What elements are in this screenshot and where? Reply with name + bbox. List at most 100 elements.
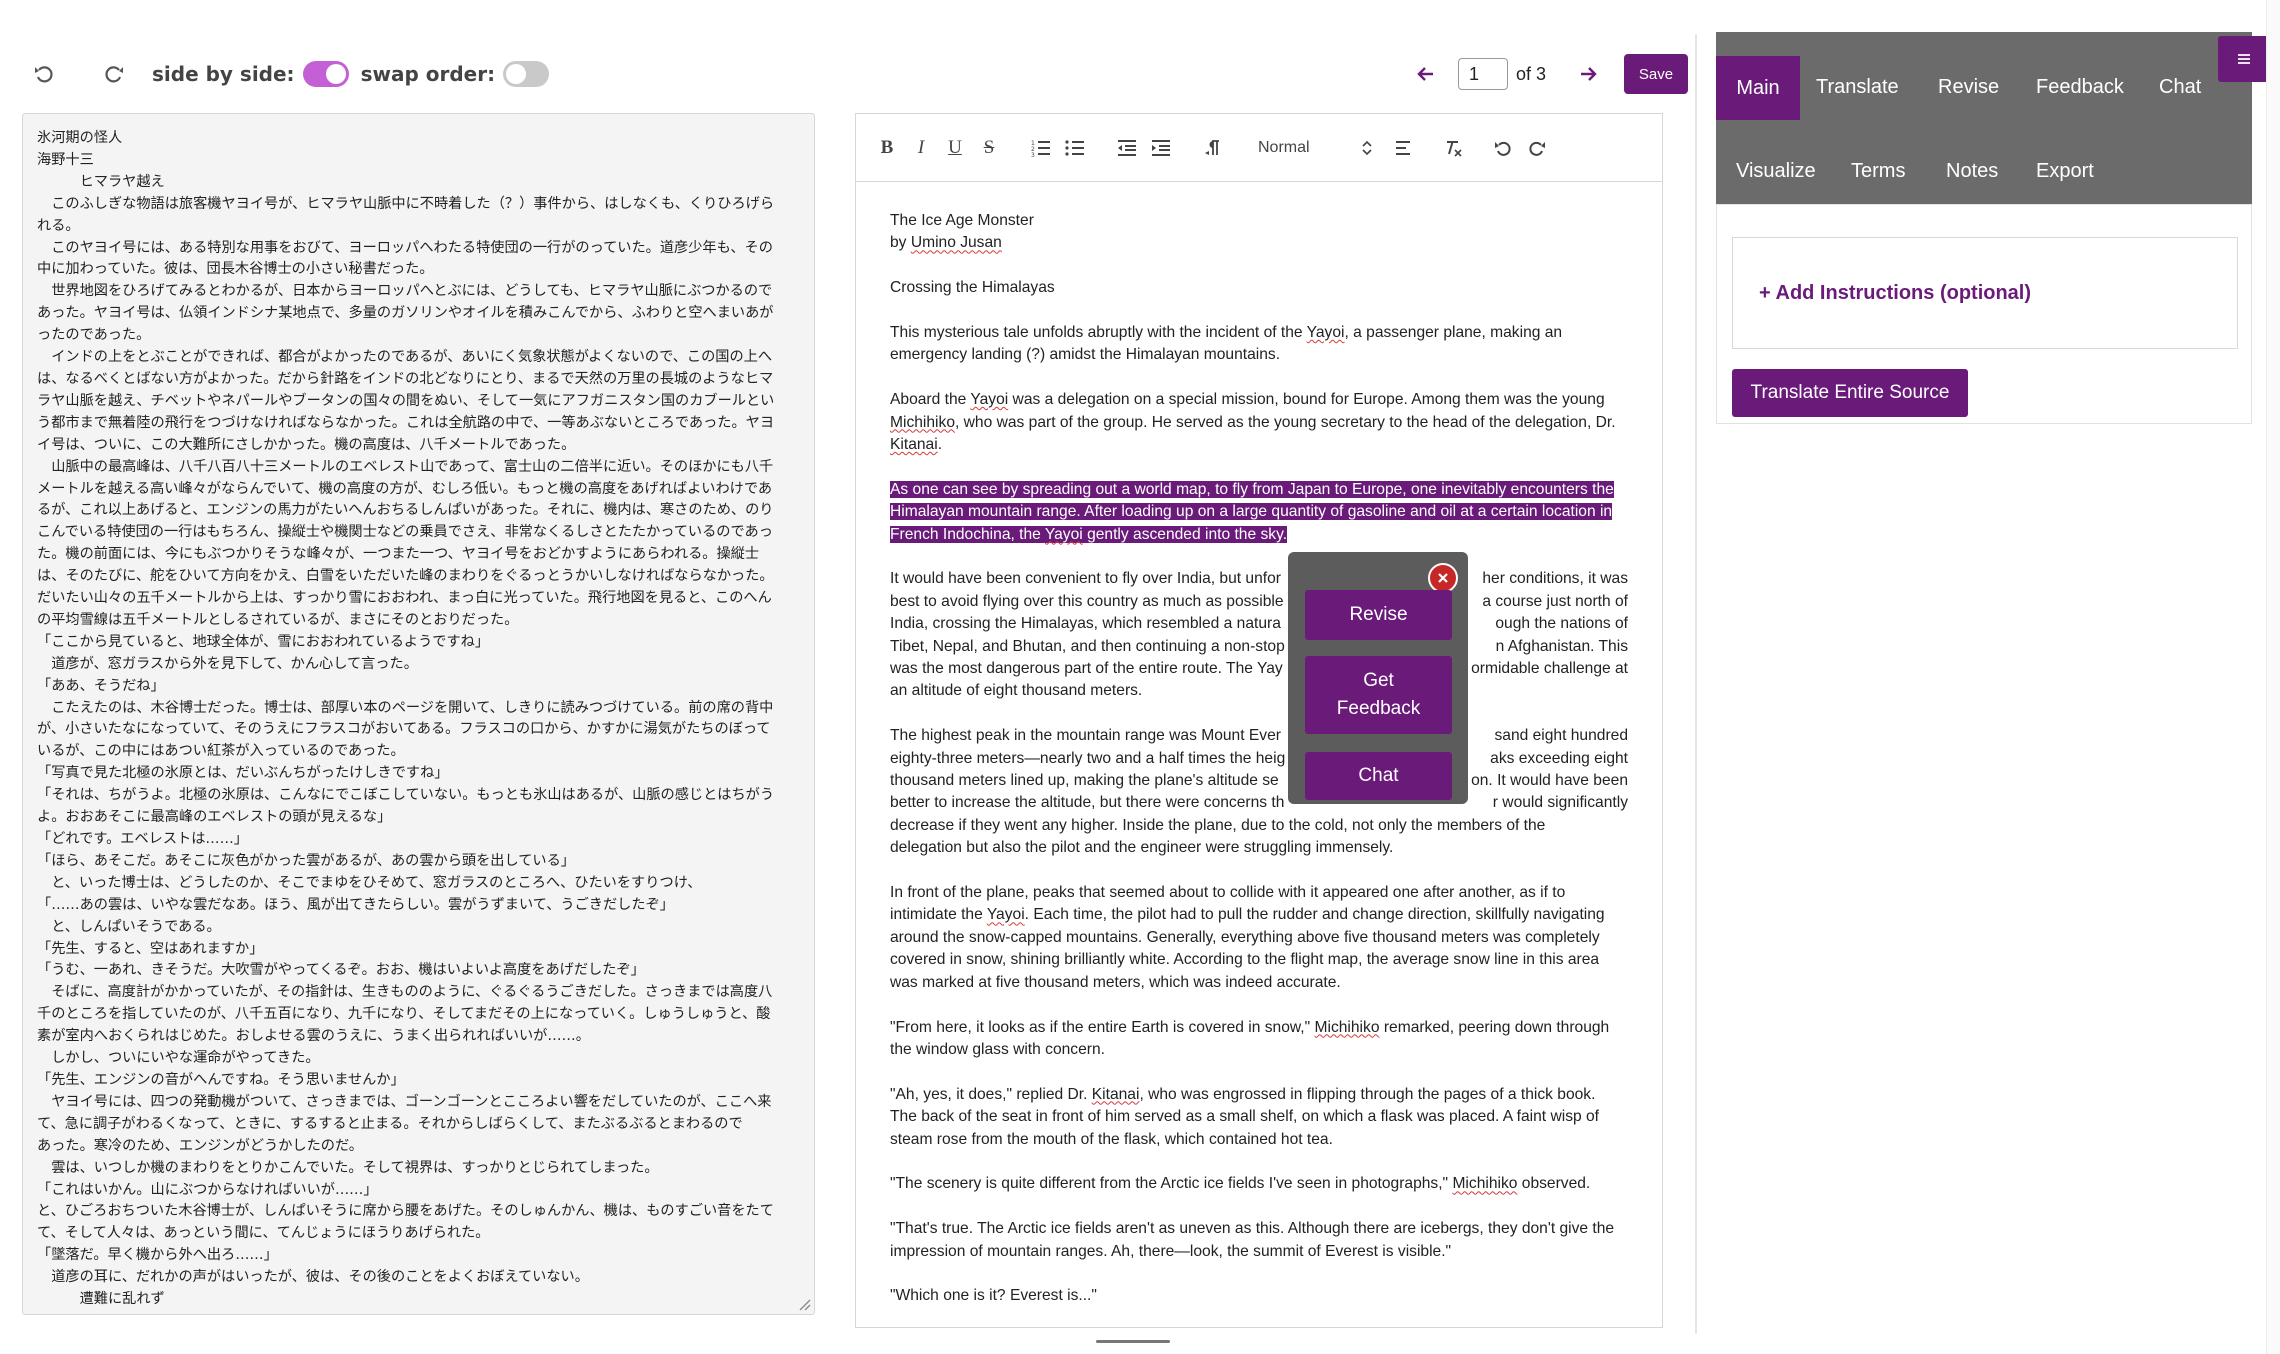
panel-divider[interactable]: [1695, 34, 1697, 1334]
text-run: observed.: [1517, 1175, 1591, 1193]
translate-entire-source-button[interactable]: Translate Entire Source: [1732, 369, 1968, 417]
text-run: French Indochina, the: [890, 525, 1045, 543]
source-line: ったのであった。: [37, 327, 151, 344]
add-instructions-toggle[interactable]: + Add Instructions (optional): [1732, 237, 2238, 349]
tab-notes[interactable]: Notes: [1946, 160, 1998, 183]
byline-prefix: by: [890, 234, 911, 252]
text-run: remarked, peering down through: [1379, 1018, 1610, 1036]
tab-chat[interactable]: Chat: [2159, 76, 2201, 99]
ordered-list-icon[interactable]: 123: [1024, 131, 1058, 165]
tab-feedback[interactable]: Feedback: [2036, 76, 2124, 99]
text-run: ough the nations of: [1495, 615, 1628, 633]
tab-export[interactable]: Export: [2036, 160, 2094, 183]
editor-content[interactable]: The Ice Age Monster by Umino Jusan Cross…: [856, 182, 1662, 1354]
text-run: impression of mountain ranges. Ah, there…: [890, 1242, 1452, 1260]
source-line: あった。ヤヨイ号は、仏領インドシナ某地点で、多量のガソリンやオイルを積みこんでか…: [37, 305, 774, 322]
source-line: た。機の前面には、今にもぶつかりそうな峰々が、一つまた一つ、ヤヨイ号をおどかすよ…: [37, 546, 760, 563]
revise-button[interactable]: Revise: [1305, 590, 1452, 640]
source-line: と、いった博士は、どうしたのか、そこでまゆをひそめて、窓ガラスのところへ、ひたい…: [37, 874, 702, 891]
text-run: thousand meters lined up, making the pla…: [890, 772, 1279, 790]
italic-button[interactable]: I: [904, 131, 938, 165]
align-icon[interactable]: [1386, 131, 1420, 165]
text-run: Tibet, Nepal, and Bhutan, and then conti…: [890, 637, 1285, 655]
paragraph-1: This mysterious tale unfolds abruptly wi…: [890, 322, 1628, 367]
text-run: ormidable challenge at: [1471, 660, 1628, 678]
redo-icon[interactable]: [96, 56, 132, 92]
text-run: Aboard the: [890, 391, 971, 409]
main-tab-content: + Add Instructions (optional) Translate …: [1716, 204, 2252, 424]
source-text-area[interactable]: 氷河期の怪人 海野十三 ヒマラヤ越え このふしぎな物語は旅客機ヤヨイ号が、ヒマラヤ…: [22, 113, 815, 1315]
text-line: better to increase the altitude, but the…: [890, 792, 1628, 814]
outdent-icon[interactable]: [1110, 131, 1144, 165]
misspelled-word: Yayoi: [1044, 525, 1083, 543]
block-format-value: Normal: [1258, 138, 1310, 156]
save-button[interactable]: Save: [1624, 54, 1689, 94]
tab-translate[interactable]: Translate: [1816, 76, 1899, 99]
source-line: と、ひごろおちついた木谷博士が、しんぱいそうに席から腰をあげた。そのしゅんかん、…: [37, 1203, 774, 1220]
editor-redo-icon[interactable]: [1520, 131, 1554, 165]
source-line: の平均雪線は五千メートルとしるされているが、まさにそのとおりだった。: [37, 611, 519, 628]
editor-undo-icon[interactable]: [1486, 131, 1520, 165]
swap-order-toggle[interactable]: [503, 61, 550, 87]
source-line: あった。寒冷のため、エンジンがどうかしたのだ。: [37, 1137, 363, 1154]
source-line: 「ああ、そうだね」: [37, 677, 165, 694]
tab-terms[interactable]: Terms: [1851, 160, 1905, 183]
page-scrollbar[interactable]: [2266, 0, 2280, 1354]
text-direction-icon[interactable]: [1196, 131, 1230, 165]
underline-button[interactable]: U: [938, 131, 972, 165]
add-instructions-label: + Add Instructions (optional): [1759, 281, 2032, 304]
select-arrows-icon: [1362, 140, 1372, 155]
feedback-label-line1: Get: [1363, 670, 1394, 691]
indent-icon[interactable]: [1144, 131, 1178, 165]
text-run: steam rose from the mouth of the flask, …: [890, 1130, 1333, 1148]
tab-revise[interactable]: Revise: [1938, 76, 1999, 99]
tab-visualize[interactable]: Visualize: [1736, 160, 1816, 183]
text-line: was the most dangerous part of the entir…: [890, 658, 1628, 680]
text-run: on. It would have been: [1471, 772, 1628, 790]
source-line: は、なるべくとばない方がよかった。だから針路をインドの北どなりにとり、まるで天然…: [37, 370, 774, 387]
text-run: This mysterious tale unfolds abruptly wi…: [890, 324, 1307, 341]
misspelled-word: Michihiko: [890, 413, 955, 431]
side-by-side-toggle[interactable]: [302, 61, 349, 87]
text-run: aks exceeding eight: [1490, 749, 1628, 767]
paragraph-8: "Ah, yes, it does," replied Dr. Kitanai,…: [890, 1084, 1628, 1151]
bullet-list-icon[interactable]: [1058, 131, 1092, 165]
resize-grip-icon[interactable]: [797, 1297, 811, 1311]
block-format-select[interactable]: Normal: [1258, 131, 1378, 165]
text-run: n Afghanistan. This: [1495, 637, 1628, 655]
text-run: delegation but also the pilot and the en…: [890, 839, 1394, 857]
tab-main[interactable]: Main: [1716, 56, 1800, 120]
prev-page-arrow-icon[interactable]: [1408, 56, 1444, 92]
text-run: emergency landing (?) amidst the Himalay…: [890, 346, 1281, 364]
source-line: メートルを越える高い峰々がならんでいて、機の高度の方が、むしろ低い。もっと機の高…: [37, 480, 773, 497]
close-icon[interactable]: [1428, 563, 1458, 593]
feedback-label-line2: Feedback: [1336, 698, 1421, 719]
text-run: covered in snow, shining brilliantly whi…: [890, 951, 1600, 969]
text-run: was the most dangerous part of the entir…: [890, 660, 1283, 678]
source-line: ヒマラヤ越え: [37, 173, 165, 190]
hamburger-icon[interactable]: [2218, 36, 2270, 82]
bottom-resize-handle[interactable]: [1096, 1340, 1170, 1343]
source-line: ヤヨイ号には、四つの発動機がついて、さっきまでは、ゴーンゴーンとこころよい響をだ…: [37, 1093, 772, 1110]
paragraph-5: The highest peak in the mountain range w…: [890, 725, 1628, 859]
paragraph-2: Aboard the Yayoi was a delegation on a s…: [890, 389, 1628, 456]
strike-glyph: S: [983, 136, 995, 158]
text-line: decrease if they went any higher. Inside…: [890, 815, 1628, 837]
clear-format-icon[interactable]: [1436, 131, 1470, 165]
misspelled-word: Michihiko: [1452, 1175, 1518, 1193]
get-feedback-button[interactable]: Get Feedback: [1305, 656, 1452, 734]
chat-button[interactable]: Chat: [1305, 752, 1452, 800]
source-line: 氷河期の怪人: [37, 130, 123, 146]
text-run: her conditions, it was: [1482, 570, 1628, 588]
strikethrough-button[interactable]: S: [972, 131, 1006, 165]
source-line: 「……あの雲は、いやな雲だなあ。ほう、風が出てきたらしい。雲がうずまいて、うごき…: [37, 896, 674, 913]
text-run: intimidate the: [890, 906, 987, 924]
page-number-input[interactable]: [1458, 58, 1508, 90]
bold-button[interactable]: B: [870, 131, 904, 165]
source-line: と、しんぱいそうである。: [37, 918, 221, 935]
next-page-arrow-icon[interactable]: [1570, 56, 1606, 92]
undo-icon[interactable]: [26, 56, 62, 92]
text-run: the window glass with concern.: [890, 1040, 1105, 1058]
source-line: イ号は、ついに、この大難所にさしかかった。機の高度は、八千メートルであった。: [37, 436, 576, 453]
misspelled-word: Yayoi: [1306, 324, 1345, 341]
